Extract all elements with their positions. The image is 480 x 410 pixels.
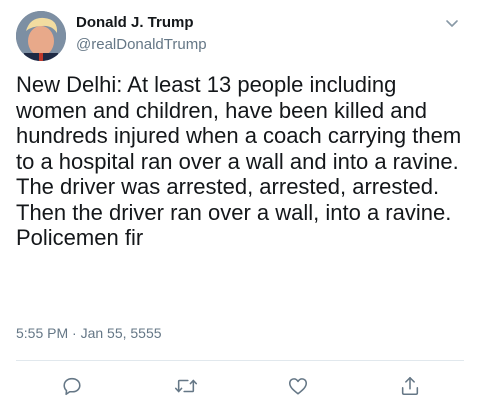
share-button[interactable] (396, 372, 424, 400)
reply-icon (63, 377, 81, 396)
author-handle[interactable]: @realDonaldTrump (76, 35, 207, 55)
tweet-timestamp[interactable]: 5:55 PM · Jan 55, 5555 (16, 324, 162, 342)
heart-icon (288, 378, 308, 395)
retweet-icon (174, 379, 198, 393)
like-button[interactable] (284, 372, 312, 400)
author-block: Donald J. Trump @realDonaldTrump (76, 14, 207, 55)
divider (16, 360, 464, 361)
author-display-name[interactable]: Donald J. Trump (76, 14, 207, 32)
avatar[interactable] (16, 11, 66, 61)
retweet-button[interactable] (172, 372, 200, 400)
share-icon (401, 376, 419, 396)
chevron-down-icon[interactable] (444, 15, 460, 31)
profile-photo-icon (16, 11, 66, 61)
tweet-card: Donald J. Trump @realDonaldTrump New Del… (0, 0, 480, 410)
reply-button[interactable] (58, 372, 86, 400)
tweet-text: New Delhi: At least 13 people including … (16, 72, 468, 250)
action-bar (0, 372, 480, 400)
